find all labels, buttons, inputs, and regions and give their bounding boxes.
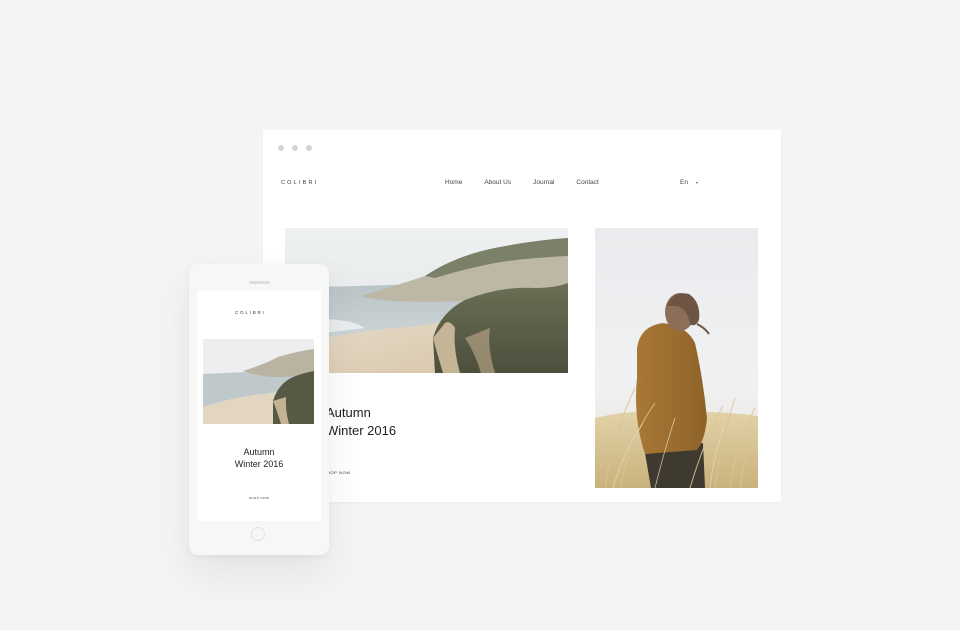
window-controls	[278, 145, 312, 151]
mobile-shop-now-link[interactable]: SHOP NOW	[197, 496, 321, 500]
phone-speaker	[249, 281, 270, 284]
mobile-hero-image	[203, 339, 314, 424]
nav-item-contact[interactable]: Contact	[576, 179, 598, 186]
language-selector[interactable]: En	[680, 179, 698, 186]
phone-home-button[interactable]	[251, 527, 265, 541]
window-dot-close[interactable]	[278, 145, 284, 151]
window-dot-maximize[interactable]	[306, 145, 312, 151]
portrait-image	[595, 228, 758, 488]
mobile-screen: COLIBRI Autumn Winter 2016 SHOP NOW	[197, 291, 321, 521]
hero-heading: Autumn Winter 2016	[326, 404, 396, 440]
hero-heading-line1: Autumn	[326, 405, 371, 420]
nav-item-about-us[interactable]: About Us	[484, 179, 511, 186]
mobile-heading-line2: Winter 2016	[234, 459, 284, 469]
mobile-heading-line1: Autumn	[243, 447, 275, 457]
brand-logo[interactable]: COLIBRI	[281, 180, 318, 186]
main-nav: Home About Us Journal Contact	[445, 179, 621, 186]
mobile-phone-mockup: COLIBRI Autumn Winter 2016 SHOP NOW	[189, 264, 329, 555]
mobile-hero-heading: Autumn Winter 2016	[197, 446, 321, 470]
language-label: En	[680, 179, 688, 186]
window-dot-minimize[interactable]	[292, 145, 298, 151]
shop-now-link[interactable]: HOP NOW	[327, 470, 351, 475]
chevron-down-icon	[695, 181, 698, 184]
desktop-browser-mockup: COLIBRI Home About Us Journal Contact En	[263, 130, 781, 502]
hero-heading-line2: Winter 2016	[326, 423, 397, 438]
mobile-brand-logo[interactable]: COLIBRI	[235, 310, 266, 315]
nav-item-journal[interactable]: Journal	[533, 179, 554, 186]
nav-item-home[interactable]: Home	[445, 179, 462, 186]
